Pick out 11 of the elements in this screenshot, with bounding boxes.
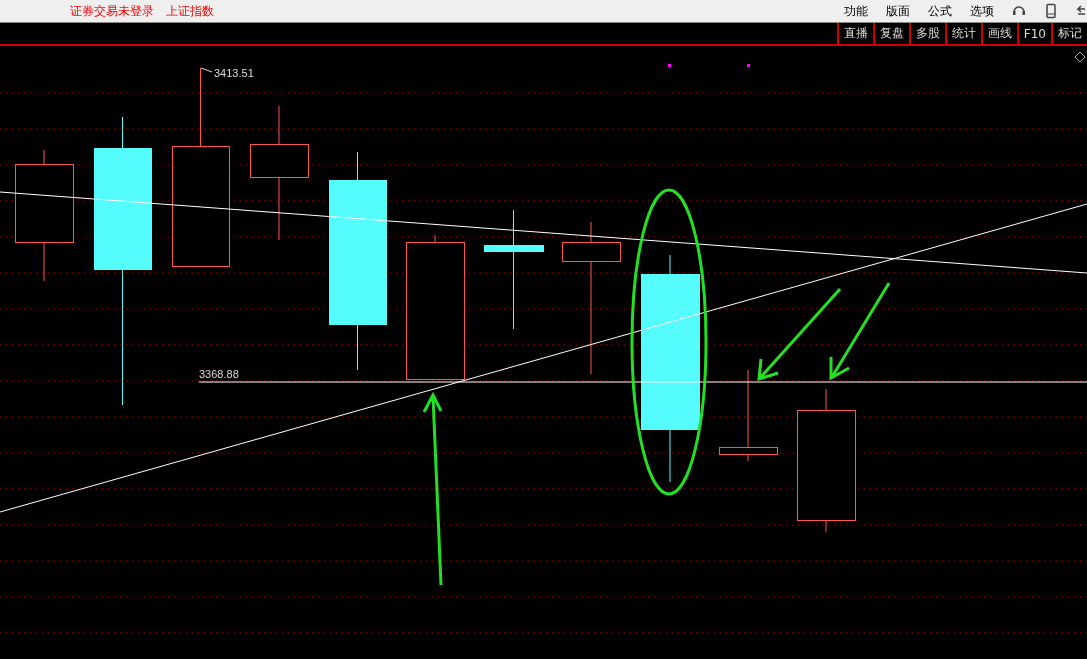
- login-status: 证券交易未登录: [70, 2, 154, 20]
- menu-item[interactable]: 选项: [964, 2, 1000, 20]
- leader-line: [200, 67, 213, 73]
- phone-icon[interactable]: [1043, 3, 1059, 19]
- high-price-label: 3413.51: [214, 67, 254, 79]
- menu-item[interactable]: 功能: [838, 2, 874, 20]
- menu-item[interactable]: 公式: [922, 2, 958, 20]
- index-name: 上证指数: [166, 2, 214, 20]
- level-price-label: 3368.88: [199, 368, 239, 380]
- menu-item[interactable]: 版面: [880, 2, 916, 20]
- diamond-icon: [1074, 51, 1086, 63]
